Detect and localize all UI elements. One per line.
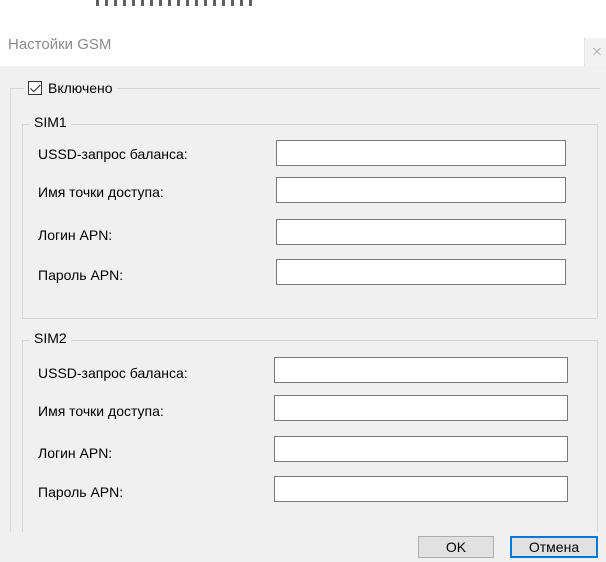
enabled-checkbox[interactable]: Включено — [24, 78, 117, 98]
sim2-ussd-label: USSD-запрос баланса: — [38, 365, 188, 381]
title-bar: Настойки GSM — [0, 22, 606, 66]
sim2-ussd-input[interactable] — [274, 357, 568, 383]
sim2-password-input[interactable] — [274, 476, 568, 502]
sim1-apn-input[interactable] — [276, 177, 566, 203]
sim1-password-label: Пароль APN: — [38, 267, 124, 283]
sim2-apn-label: Имя точки доступа: — [38, 403, 164, 419]
close-button[interactable] — [584, 38, 606, 66]
background-window-strip — [0, 0, 606, 22]
enabled-label: Включено — [48, 80, 113, 96]
sim2-login-input[interactable] — [274, 436, 568, 462]
sim1-apn-label: Имя точки доступа: — [38, 184, 164, 200]
sim1-legend: SIM1 — [30, 114, 71, 130]
checkmark-icon[interactable] — [28, 81, 42, 95]
ok-button[interactable]: OK — [418, 536, 494, 558]
window-title: Настойки GSM — [8, 36, 112, 53]
sim1-ussd-input[interactable] — [276, 140, 566, 166]
sim1-login-label: Логин APN: — [38, 227, 113, 243]
sim1-ussd-label: USSD-запрос баланса: — [38, 146, 188, 162]
clipped-background-text — [96, 0, 256, 6]
sim2-password-label: Пароль APN: — [38, 484, 124, 500]
cancel-button[interactable]: Отмена — [510, 536, 598, 558]
sim2-login-label: Логин APN: — [38, 445, 113, 461]
sim1-login-input[interactable] — [276, 219, 566, 245]
sim2-legend: SIM2 — [30, 330, 71, 346]
sim2-apn-input[interactable] — [274, 395, 568, 421]
sim1-password-input[interactable] — [276, 259, 566, 285]
